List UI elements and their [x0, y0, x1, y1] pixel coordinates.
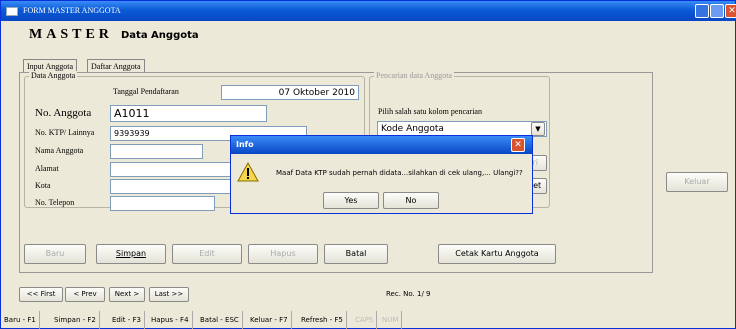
keluar-button[interactable]: Keluar [666, 172, 728, 192]
edit-button[interactable]: Edit [172, 244, 242, 264]
info-dialog: Info ✕ Maaf Data KTP sudah pernah didata… [230, 135, 533, 214]
status-item-batal: Batal - ESC [197, 311, 243, 329]
ktp-label: No. KTP/ Lainnya [35, 128, 95, 137]
record-indicator: Rec. No. 1/ 9 [386, 290, 431, 298]
telepon-field[interactable] [110, 196, 215, 211]
minimize-button[interactable] [695, 4, 709, 18]
kota-field[interactable] [110, 179, 235, 194]
status-item-baru: Baru - F1 [1, 311, 40, 329]
chevron-down-icon[interactable]: ▼ [531, 122, 545, 136]
window-close-button[interactable]: ✕ [725, 4, 736, 18]
window-title: FORM MASTER ANGGOTA [23, 6, 121, 15]
nav-prev-button[interactable]: < Prev [65, 287, 105, 302]
nav-next-button[interactable]: Next > [109, 287, 145, 302]
maximize-button[interactable] [710, 4, 724, 18]
alamat-field[interactable] [110, 162, 235, 177]
pencarian-selected-value: Kode Anggota [381, 124, 444, 134]
tab-daftar-anggota[interactable]: Daftar Anggota [87, 59, 145, 73]
simpan-button[interactable]: Simpan [96, 244, 166, 264]
main-window: FORM MASTER ANGGOTA ✕ MASTER Data Anggot… [0, 0, 736, 329]
dialog-title: Info [231, 136, 532, 154]
status-item-edit: Edit - F3 [109, 311, 146, 329]
no-anggota-label: No. Anggota [35, 107, 92, 119]
pencarian-group-title: Pencarian data Anggota [374, 71, 454, 80]
alamat-label: Alamat [35, 164, 59, 173]
status-bar: Baru - F1 Simpan - F2 Edit - F3 Hapus - … [1, 311, 735, 329]
no-anggota-field[interactable]: A1011 [110, 105, 267, 122]
page-subtitle: Data Anggota [121, 30, 199, 41]
page-title: MASTER [29, 27, 113, 42]
cetak-kartu-button[interactable]: Cetak Kartu Anggota [438, 244, 556, 264]
dialog-yes-button[interactable]: Yes [323, 192, 379, 209]
nama-anggota-label: Nama Anggota [35, 146, 84, 155]
warning-icon [237, 162, 259, 182]
status-item-refresh: Refresh - F5 [298, 311, 347, 329]
status-item-caps: CAPS [352, 311, 378, 329]
nav-last-button[interactable]: Last >> [149, 287, 189, 302]
nav-first-button[interactable]: << First [19, 287, 63, 302]
status-item-simpan: Simpan - F2 [51, 311, 100, 329]
hapus-button[interactable]: Hapus [248, 244, 318, 264]
tanggal-pendaftaran-label: Tanggal Pendaftaran [113, 87, 179, 96]
status-item-num: NUM [379, 311, 403, 329]
pencarian-prompt: Pilih salah satu kolom pencarian [378, 107, 482, 116]
tanggal-pendaftaran-field[interactable]: 07 Oktober 2010 [221, 85, 359, 100]
data-anggota-group-title: Data Anggota [29, 71, 78, 80]
dialog-close-button[interactable]: ✕ [511, 138, 525, 152]
dialog-no-button[interactable]: No [383, 192, 439, 209]
batal-button[interactable]: Batal [324, 244, 388, 264]
nama-anggota-field[interactable] [110, 144, 203, 159]
status-item-hapus: Hapus - F4 [148, 311, 193, 329]
baru-button[interactable]: Baru [24, 244, 86, 264]
telepon-label: No. Telepon [35, 198, 75, 207]
dialog-message: Maaf Data KTP sudah pernah didata...sila… [276, 169, 523, 177]
title-bar: FORM MASTER ANGGOTA ✕ [1, 1, 736, 21]
kota-label: Kota [35, 181, 51, 190]
status-item-keluar: Keluar - F7 [247, 311, 292, 329]
window-icon [6, 7, 18, 16]
